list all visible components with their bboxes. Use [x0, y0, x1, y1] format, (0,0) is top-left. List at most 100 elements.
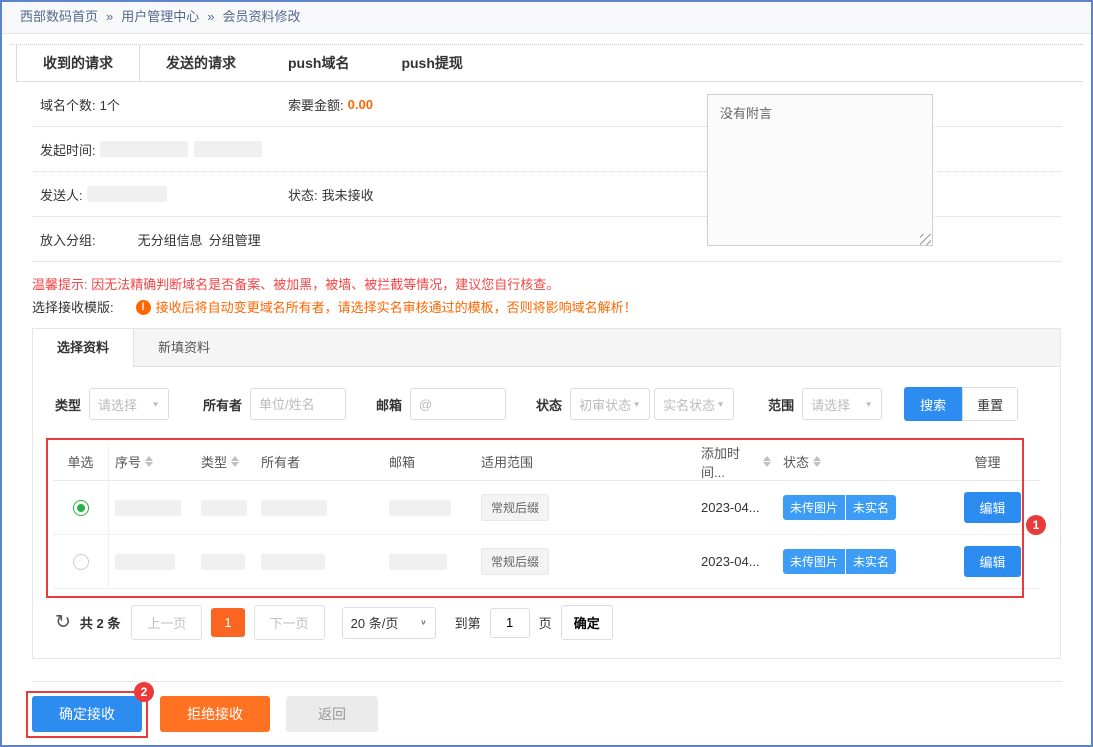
- goto-page-label: 到第: [455, 613, 481, 632]
- chevron-down-icon: ▼: [716, 400, 725, 408]
- redacted-type: [201, 554, 245, 570]
- redacted-type: [201, 500, 247, 516]
- annotation-badge-1: 1: [1026, 515, 1046, 535]
- request-info-section: 域名个数: 1个 索要金额: 0.00 发起时间: 发送人: 状态: 我未接收 …: [32, 82, 1061, 262]
- annotation-badge-2: 2: [134, 682, 154, 702]
- tab-sent-requests[interactable]: 发送的请求: [140, 45, 262, 81]
- sort-icon[interactable]: [145, 456, 153, 467]
- header-manage: 管理: [935, 452, 1040, 471]
- refresh-icon[interactable]: ↻: [55, 613, 71, 632]
- status-label: 状态:: [288, 185, 318, 204]
- footer-actions: 2 确定接收 拒绝接收 返回: [32, 696, 1091, 732]
- page-number-active[interactable]: 1: [211, 608, 244, 637]
- breadcrumb: 西部数码首页»用户管理中心»会员资料修改: [2, 2, 1091, 34]
- warm-tip-prefix: 温馨提示:: [32, 277, 88, 292]
- group-label: 放入分组:: [40, 230, 96, 249]
- main-tabbar: 收到的请求 发送的请求 push域名 push提现: [10, 44, 1083, 82]
- range-select[interactable]: 请选择 ▼: [802, 388, 882, 420]
- sort-icon[interactable]: [231, 456, 239, 467]
- next-page-button[interactable]: 下一页: [254, 605, 325, 640]
- breadcrumb-separator: »: [207, 9, 214, 24]
- prev-page-button[interactable]: 上一页: [131, 605, 202, 640]
- owner-input[interactable]: [250, 388, 346, 420]
- chevron-down-icon: ▼: [632, 400, 641, 408]
- group-value: 无分组信息: [138, 230, 203, 249]
- redacted-send-time: [194, 141, 262, 157]
- reset-button[interactable]: 重置: [962, 387, 1018, 421]
- warm-tip-text: 因无法精确判断域名是否备案、被加黑，被墙、被拦截等情况，建议您自行核查。: [91, 277, 559, 292]
- redacted-owner: [261, 554, 325, 570]
- status-badge-no-realname: 未实名: [846, 549, 896, 574]
- goto-page-input[interactable]: [490, 608, 530, 638]
- scope-badge: 常规后缀: [481, 494, 549, 521]
- breadcrumb-home-link[interactable]: 西部数码首页: [20, 9, 98, 24]
- edit-button[interactable]: 编辑: [964, 546, 1020, 577]
- back-button[interactable]: 返回: [286, 696, 378, 732]
- redacted-email: [389, 554, 447, 570]
- table-header-row: 单选 序号 类型 所有者 邮箱 适用范围 添加时间... 状态 管理: [53, 443, 1040, 481]
- chevron-down-icon: ▼: [864, 400, 873, 408]
- header-type[interactable]: 类型: [195, 452, 255, 471]
- status-value: 我未接收: [322, 185, 374, 204]
- accept-button[interactable]: 确定接收: [32, 696, 142, 732]
- table-row: 常规后缀 2023-04... 未传图片 未实名 编辑: [53, 535, 1040, 589]
- status-badge-no-realname: 未实名: [846, 495, 896, 520]
- edit-button[interactable]: 编辑: [964, 492, 1020, 523]
- realname-status-select[interactable]: 实名状态 ▼: [654, 388, 734, 420]
- breadcrumb-user-center-link[interactable]: 用户管理中心: [121, 9, 199, 24]
- add-time-cell: 2023-04...: [695, 554, 777, 569]
- tab-push-withdraw[interactable]: push提现: [375, 45, 488, 81]
- header-serial[interactable]: 序号: [109, 452, 195, 471]
- header-email: 邮箱: [383, 452, 475, 471]
- row-radio-selected[interactable]: [73, 500, 89, 516]
- tab-push-domain[interactable]: push域名: [262, 45, 375, 81]
- tab-select-profile[interactable]: 选择资料: [33, 329, 134, 367]
- template-select-label: 选择接收模版:: [32, 297, 114, 318]
- amount-value: 0.00: [348, 97, 373, 112]
- resize-handle-icon[interactable]: [920, 234, 931, 245]
- redacted-owner: [261, 500, 327, 516]
- redacted-serial: [115, 500, 181, 516]
- sort-icon[interactable]: [813, 456, 821, 467]
- table-row: 常规后缀 2023-04... 未传图片 未实名 编辑: [53, 481, 1040, 535]
- owner-filter-label: 所有者: [203, 395, 242, 414]
- header-add-time[interactable]: 添加时间...: [695, 443, 777, 481]
- goto-confirm-button[interactable]: 确定: [561, 605, 613, 640]
- domain-count-value: 1个: [100, 95, 120, 114]
- header-scope: 适用范围: [475, 452, 695, 471]
- group-manage-link[interactable]: 分组管理: [209, 230, 261, 249]
- domain-count-label: 域名个数:: [40, 95, 96, 114]
- pagination-bar: ↻ 共 2 条 上一页 1 下一页 20 条/页 ∨ 到第 页 确定: [33, 589, 1060, 658]
- profile-table: 1 单选 序号 类型 所有者 邮箱 适用范围 添加时间... 状态 管理: [53, 443, 1040, 589]
- email-input[interactable]: [410, 388, 506, 420]
- goto-page-suffix: 页: [539, 613, 552, 632]
- sort-icon[interactable]: [763, 456, 771, 467]
- warning-icon: !: [136, 300, 151, 315]
- type-filter-label: 类型: [55, 395, 81, 414]
- reject-button[interactable]: 拒绝接收: [160, 696, 270, 732]
- notice-section: 温馨提示: 因无法精确判断域名是否备案、被加黑，被墙、被拦截等情况，建议您自行核…: [32, 274, 1061, 318]
- range-filter-label: 范围: [768, 395, 794, 414]
- footer-divider: [32, 681, 1061, 682]
- header-status[interactable]: 状态: [777, 452, 935, 471]
- tab-received-requests[interactable]: 收到的请求: [16, 45, 140, 81]
- panel-tabbar: 选择资料 新填资料: [33, 329, 1060, 367]
- row-radio-unselected[interactable]: [73, 554, 89, 570]
- chevron-down-icon: ∨: [420, 618, 427, 627]
- status-badge-no-image: 未传图片: [783, 495, 845, 520]
- type-select[interactable]: 请选择 ▼: [89, 388, 169, 420]
- breadcrumb-separator: »: [106, 9, 113, 24]
- chevron-down-icon: ▼: [151, 400, 160, 408]
- per-page-select[interactable]: 20 条/页 ∨: [342, 607, 436, 639]
- redacted-sender: [87, 186, 167, 202]
- tab-new-profile[interactable]: 新填资料: [134, 329, 234, 366]
- send-time-label: 发起时间:: [40, 140, 96, 159]
- redacted-email: [389, 500, 451, 516]
- search-button[interactable]: 搜索: [904, 387, 962, 421]
- status-filter-label: 状态: [536, 395, 562, 414]
- status-badge-no-image: 未传图片: [783, 549, 845, 574]
- email-filter-label: 邮箱: [376, 395, 402, 414]
- total-count: 共 2 条: [80, 613, 120, 632]
- attached-message-box[interactable]: 没有附言: [707, 94, 933, 246]
- audit-status-select[interactable]: 初审状态 ▼: [570, 388, 650, 420]
